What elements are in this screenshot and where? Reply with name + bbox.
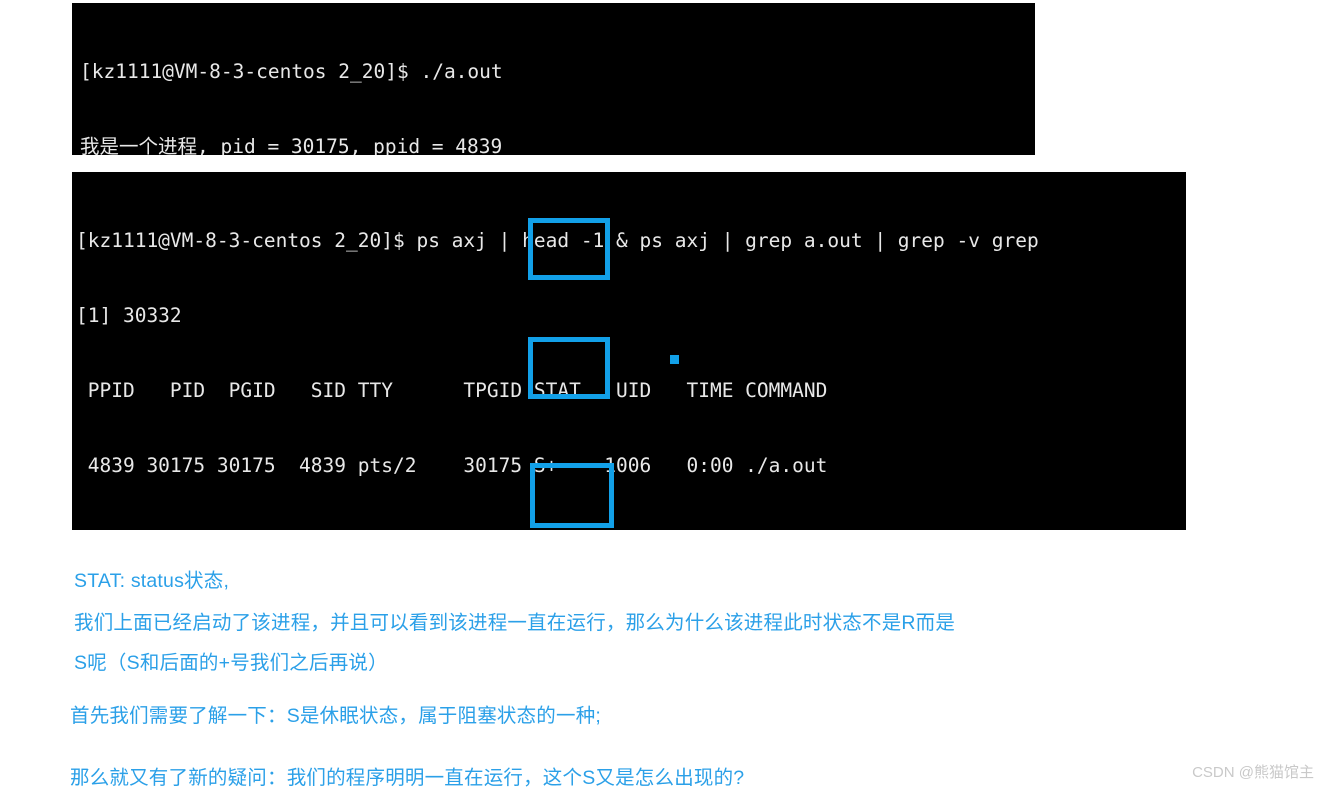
note-stat-definition: STAT: status状态, <box>74 570 230 592</box>
ps-axj-terminal[interactable]: [kz1111@VM-8-3-centos 2_20]$ ps axj | he… <box>72 172 1186 530</box>
note-explanation-part2: S呢（S和后面的+号我们之后再说） <box>74 652 388 674</box>
csdn-watermark: CSDN @熊猫馆主 <box>1192 764 1314 781</box>
terminal-line: [kz1111@VM-8-3-centos 2_20]$ ./a.out <box>80 60 503 83</box>
program-output-terminal[interactable]: [kz1111@VM-8-3-centos 2_20]$ ./a.out 我是一… <box>72 3 1035 155</box>
note-explanation-part1: 我们上面已经启动了该进程，并且可以看到该进程一直在运行，那么为什么该进程此时状态… <box>74 612 956 634</box>
note-new-question: 那么就又有了新的疑问：我们的程序明明一直在运行，这个S又是怎么出现的? <box>70 767 745 789</box>
terminal-line: [1] 30332 <box>76 304 182 327</box>
note-sleep-state: 首先我们需要了解一下：S是休眠状态，属于阻塞状态的一种; <box>70 705 602 727</box>
annotation-dot-marker <box>670 355 679 364</box>
terminal-line: [1]+ Done ps axj | head -1 <box>76 528 1186 530</box>
ps-header-row: PPID PID PGID SID TTY TPGID STAT UID TIM… <box>76 379 828 402</box>
terminal-line: [kz1111@VM-8-3-centos 2_20]$ ps axj | he… <box>76 229 1039 252</box>
ps-data-row: 4839 30175 30175 4839 pts/2 30175 S+ 100… <box>76 454 828 477</box>
terminal-line: 我是一个进程, pid = 30175, ppid = 4839 <box>80 135 503 155</box>
